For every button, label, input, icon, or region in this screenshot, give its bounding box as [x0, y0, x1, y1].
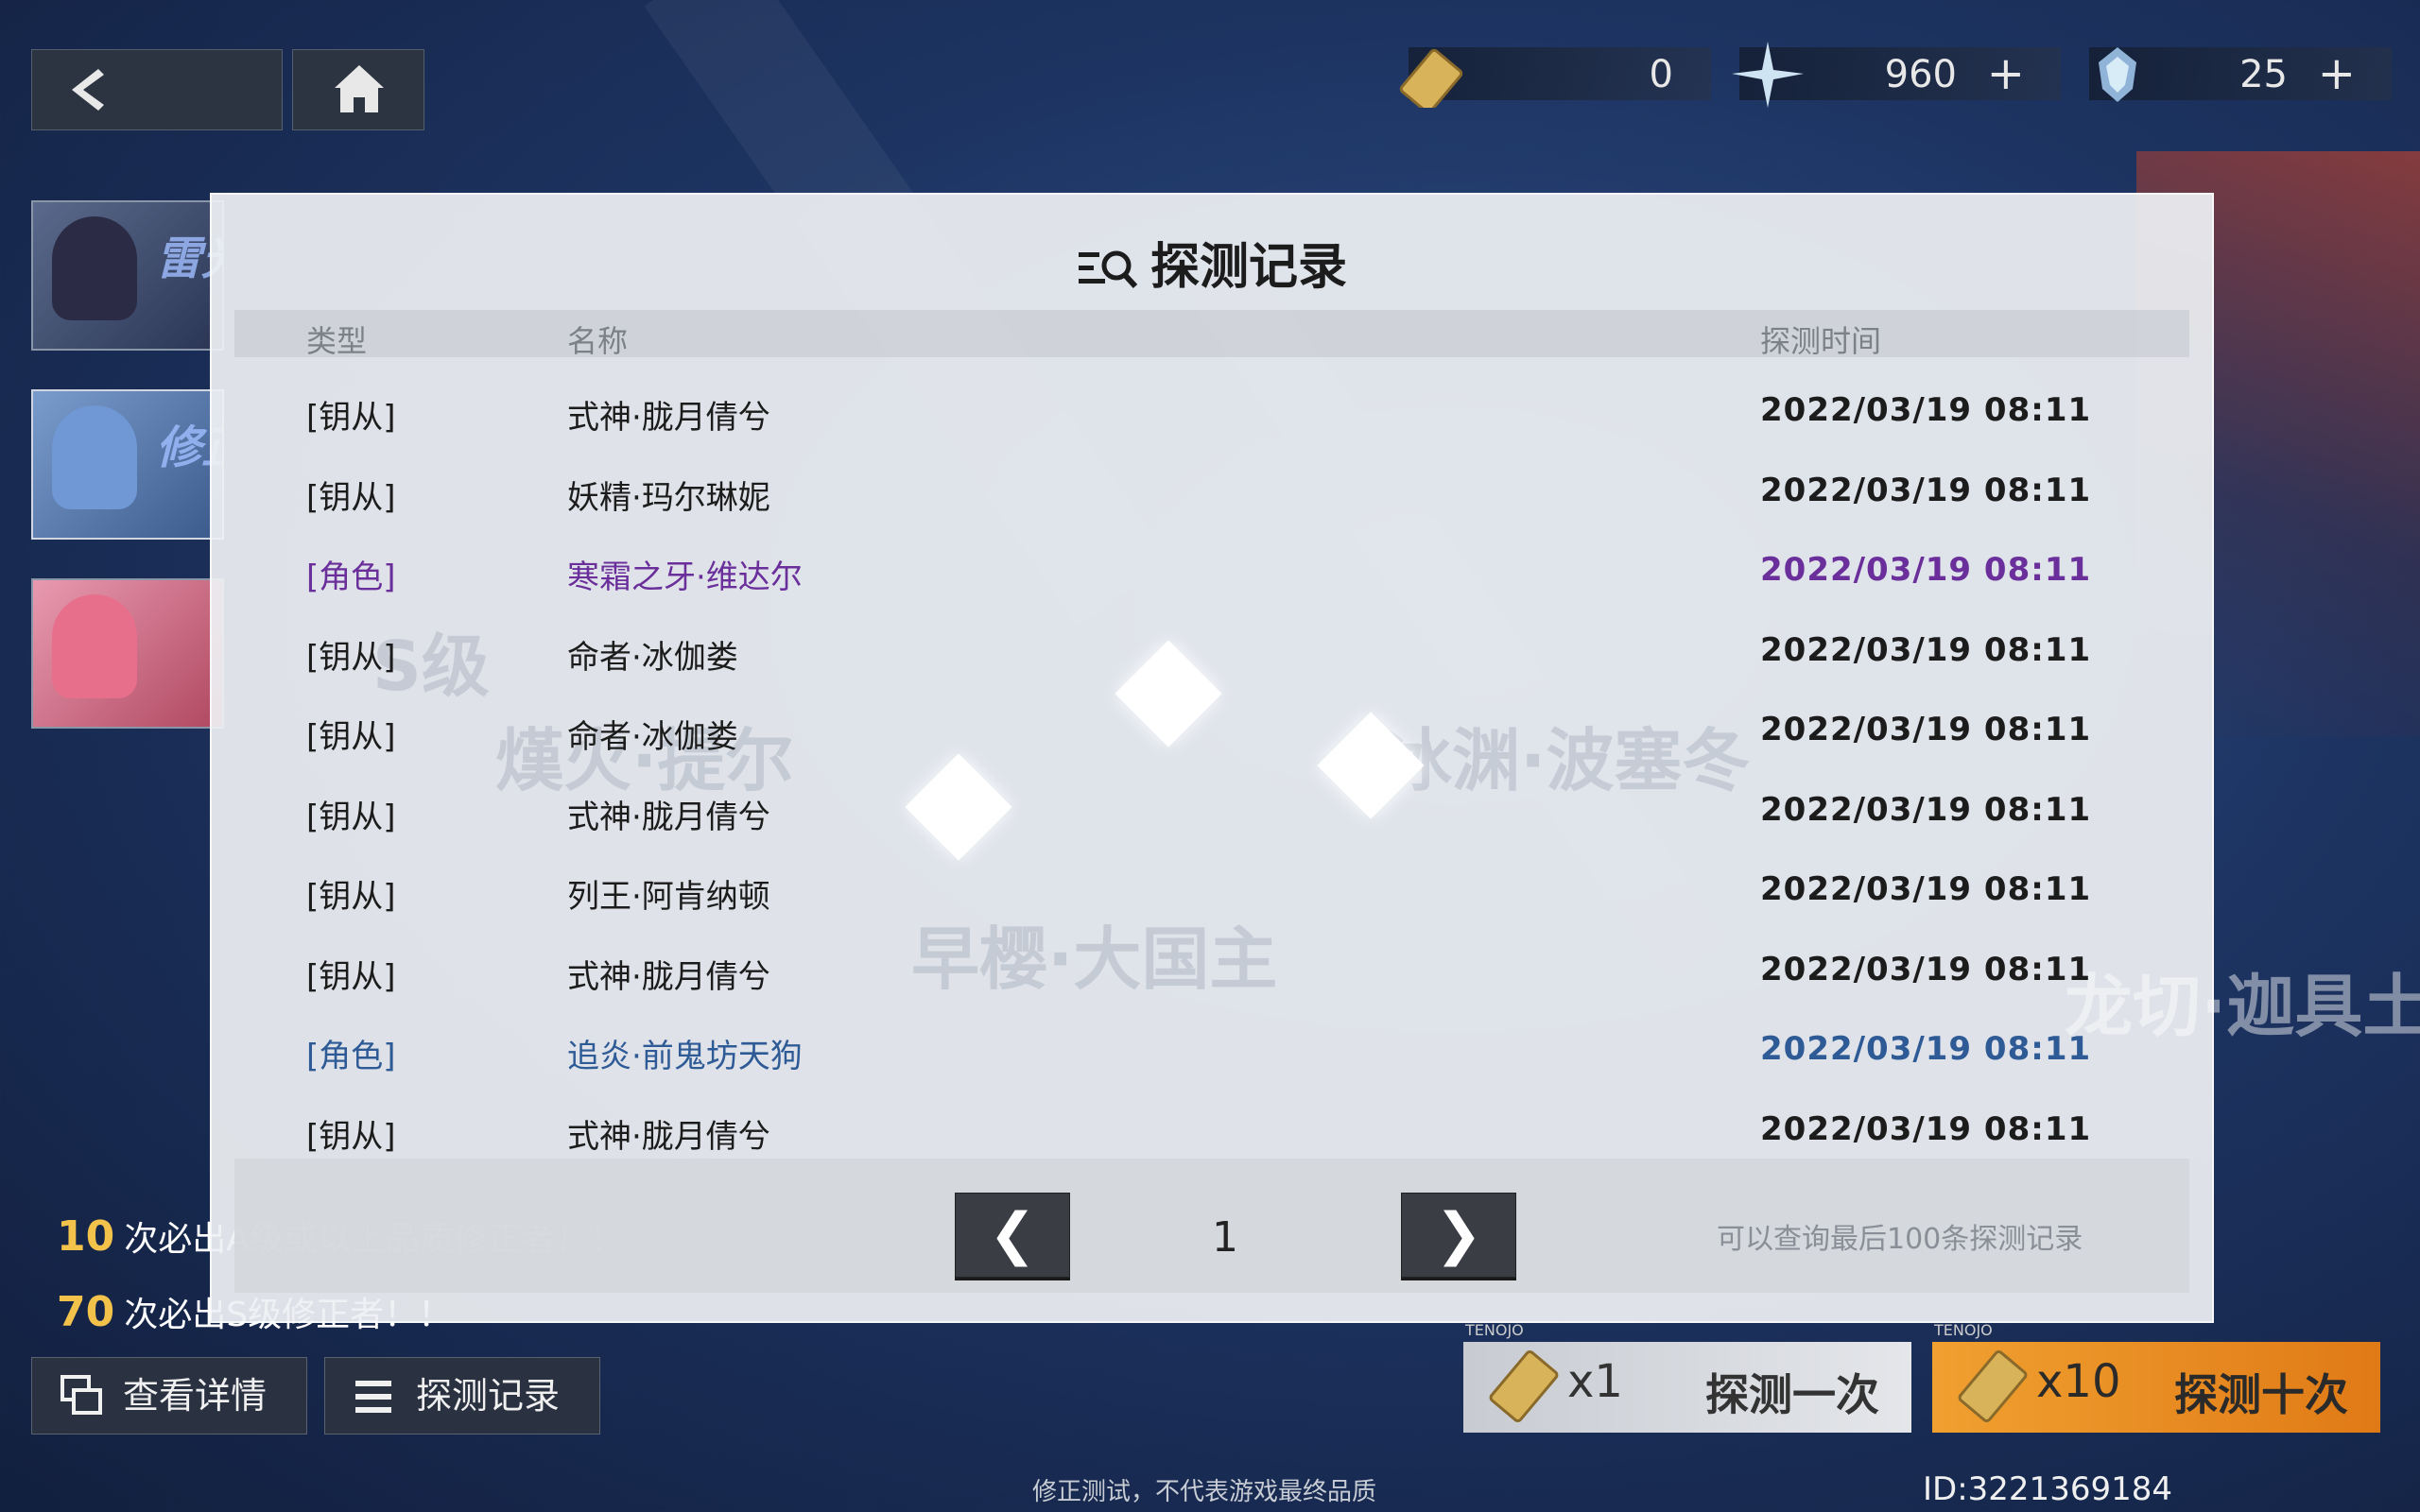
draw-label: 探测一次 — [1705, 1369, 1879, 1420]
banner-tab-1[interactable]: 雷光的剑息 — [31, 200, 224, 351]
table-row: [钥从] 式神·胧月倩兮 2022/03/19 08:11 — [234, 932, 2189, 1011]
draw-count: x10 — [2036, 1355, 2121, 1408]
page-number: 1 — [1212, 1213, 1238, 1262]
record-name: 式神·胧月倩兮 — [567, 957, 770, 996]
pity-count: 10 — [57, 1212, 115, 1261]
record-name: 命者·冰伽娄 — [567, 638, 738, 677]
draw-count: x1 — [1567, 1355, 1623, 1408]
currency-ticket: 0 — [1399, 47, 1711, 108]
currency-value: 25 — [2239, 53, 2288, 96]
table-row: [钥从] 命者·冰伽娄 2022/03/19 08:11 — [234, 612, 2189, 692]
record-type: [钥从] — [306, 1117, 396, 1156]
copy-window-icon — [60, 1375, 102, 1415]
record-name: 式神·胧月倩兮 — [567, 798, 770, 836]
column-header-type: 类型 — [306, 323, 368, 359]
crystal-star-icon — [1732, 42, 1804, 108]
dialog-title-text: 探测记录 — [1150, 239, 1347, 296]
prev-page-button[interactable]: ❮ — [955, 1193, 1070, 1278]
pagination-hint: 可以查询最后100条探测记录 — [1717, 1223, 2083, 1256]
record-time: 2022/03/19 08:11 — [1760, 630, 2092, 669]
record-time: 2022/03/19 08:11 — [1760, 711, 2092, 748]
detection-record-dialog: S级 熯火·提尔 冰渊·波塞冬 早樱·大国主 龙切·迦具土 探测记录 类型 名称… — [210, 193, 2420, 1323]
record-name: 妖精·玛尔琳妮 — [567, 478, 770, 517]
character-portrait — [52, 594, 137, 698]
record-type: [钥从] — [306, 478, 396, 517]
add-currency-button[interactable]: + — [2318, 47, 2356, 100]
record-name: 列王·阿肯纳顿 — [567, 878, 770, 916]
record-type: [钥从] — [306, 957, 396, 996]
record-time: 2022/03/19 08:11 — [1760, 1030, 2092, 1068]
back-button[interactable] — [31, 49, 283, 130]
pagination-bar: ❮ 1 ❯ 可以查询最后100条探测记录 — [234, 1159, 2189, 1293]
draw-tag: TENOJO — [1934, 1321, 1993, 1339]
view-details-button[interactable]: 查看详情 — [31, 1357, 307, 1435]
table-row: [钥从] 命者·冰伽娄 2022/03/19 08:11 — [234, 692, 2189, 771]
add-currency-button[interactable]: + — [1987, 47, 2025, 100]
record-time: 2022/03/19 08:11 — [1760, 551, 2092, 589]
record-name: 式神·胧月倩兮 — [567, 399, 770, 437]
ticket-icon — [1399, 48, 1463, 108]
currency-crystal: 960 + — [1732, 42, 2061, 108]
ticket-icon — [1958, 1350, 2028, 1422]
record-name: 寒霜之牙·维达尔 — [567, 558, 803, 596]
record-type: [钥从] — [306, 878, 396, 916]
ticket-icon — [1489, 1350, 1559, 1422]
record-type: [钥从] — [306, 798, 396, 836]
draw-ten-button[interactable]: TENOJO x10 探测十次 — [1932, 1321, 2380, 1433]
list-icon — [355, 1381, 391, 1413]
record-time: 2022/03/19 08:11 — [1760, 471, 2092, 509]
dialog-title: 探测记录 — [212, 227, 2212, 298]
table-header: 类型 名称 探测时间 — [234, 310, 2189, 359]
record-time: 2022/03/19 08:11 — [1760, 950, 2092, 988]
column-header-name: 名称 — [567, 323, 629, 359]
next-page-button[interactable]: ❯ — [1401, 1193, 1516, 1278]
table-row: [角色] 追炎·前鬼坊天狗 2022/03/19 08:11 — [234, 1011, 2189, 1091]
record-time: 2022/03/19 08:11 — [1760, 391, 2092, 429]
banner-tab-3[interactable] — [31, 578, 224, 729]
player-id: ID:3221369184 — [1923, 1470, 2172, 1508]
character-portrait — [52, 216, 137, 320]
draw-tag: TENOJO — [1465, 1321, 1524, 1339]
table-row: [钥从] 列王·阿肯纳顿 2022/03/19 08:11 — [234, 851, 2189, 931]
table-row: [角色] 寒霜之牙·维达尔 2022/03/19 08:11 — [234, 532, 2189, 611]
chevron-left-icon — [72, 69, 104, 111]
home-icon — [335, 65, 384, 112]
records-label: 探测记录 — [416, 1375, 561, 1417]
record-name: 式神·胧月倩兮 — [567, 1117, 770, 1156]
record-time: 2022/03/19 08:11 — [1760, 790, 2092, 829]
disclaimer-text: 修正测试，不代表游戏最终品质 — [1032, 1478, 1377, 1506]
table-row: [钥从] 式神·胧月倩兮 2022/03/19 08:11 — [234, 772, 2189, 851]
currency-gem: 25 + — [2089, 47, 2392, 102]
currency-value: 960 — [1884, 53, 1957, 96]
records-button[interactable]: 探测记录 — [324, 1357, 600, 1435]
record-name: 命者·冰伽娄 — [567, 718, 738, 756]
draw-label: 探测十次 — [2174, 1369, 2348, 1420]
banner-tab-2[interactable]: 修正者 — [31, 389, 224, 540]
record-type: [钥从] — [306, 399, 396, 437]
currency-value: 0 — [1649, 53, 1673, 96]
record-name: 追炎·前鬼坊天狗 — [567, 1038, 803, 1075]
gem-cluster-icon — [2099, 47, 2136, 102]
table-row: [钥从] 妖精·玛尔琳妮 2022/03/19 08:11 — [234, 453, 2189, 532]
record-type: [钥从] — [306, 718, 396, 756]
column-header-time: 探测时间 — [1760, 323, 1882, 359]
table-row: [钥从] 式神·胧月倩兮 2022/03/19 08:11 — [234, 372, 2189, 452]
search-list-icon — [1078, 250, 1137, 289]
pity-count: 70 — [57, 1288, 115, 1336]
record-type: [角色] — [306, 558, 396, 596]
record-type: [角色] — [306, 1038, 396, 1075]
record-time: 2022/03/19 08:11 — [1760, 870, 2092, 908]
character-portrait — [52, 405, 137, 509]
home-button[interactable] — [292, 49, 424, 130]
draw-once-button[interactable]: TENOJO x1 探测一次 — [1463, 1321, 1911, 1433]
view-details-label: 查看详情 — [123, 1375, 268, 1417]
record-time: 2022/03/19 08:11 — [1760, 1109, 2092, 1148]
record-type: [钥从] — [306, 638, 396, 677]
